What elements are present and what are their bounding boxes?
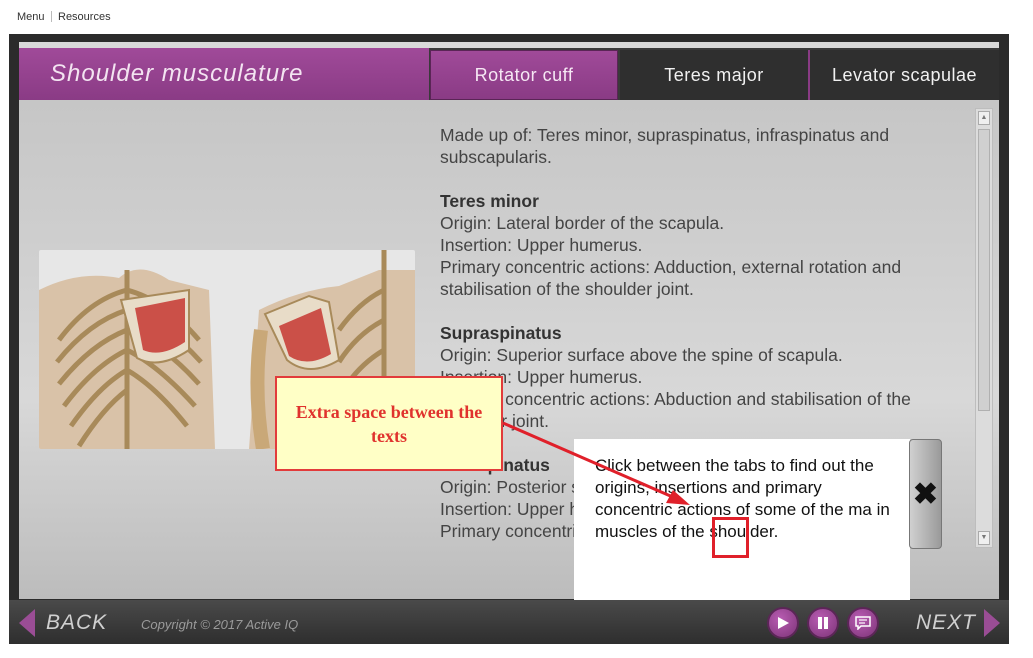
section-teres-minor: Teres minor Origin: Lateral border of th… xyxy=(440,190,975,300)
origin-text: Origin: Superior surface above the spine… xyxy=(440,345,843,365)
menu-link[interactable]: Menu xyxy=(17,11,45,23)
tab-levator-scapulae[interactable]: Levator scapulae xyxy=(810,50,999,100)
play-icon xyxy=(778,617,789,629)
course-page: Menu Resources Shoulder musculature Rota… xyxy=(0,0,1033,658)
scroll-thumb[interactable] xyxy=(978,129,990,411)
annotation-callout: Extra space between the texts xyxy=(275,376,503,471)
insertion-text: Insertion: Upper humerus. xyxy=(440,367,643,387)
close-popup-button[interactable]: ✖ xyxy=(909,439,942,549)
pause-icon xyxy=(818,617,828,629)
tab-teres-major[interactable]: Teres major xyxy=(620,50,808,100)
insertion-text: Insertion: Upper humerus. xyxy=(440,235,643,255)
next-button[interactable]: NEXT xyxy=(916,611,976,635)
copyright-text: Copyright © 2017 Active IQ xyxy=(141,617,299,632)
scroll-up-icon[interactable]: ▲ xyxy=(978,111,990,125)
menu-divider xyxy=(51,11,52,22)
tab-rotator-cuff[interactable]: Rotator cuff xyxy=(430,50,618,100)
back-arrow-icon[interactable] xyxy=(19,609,35,637)
transcript-button[interactable] xyxy=(847,607,879,639)
pause-button[interactable] xyxy=(807,607,839,639)
section-heading: Supraspinatus xyxy=(440,323,562,343)
back-button[interactable]: BACK xyxy=(46,611,107,635)
content-scrollbar[interactable]: ▲ ▼ xyxy=(975,108,993,548)
annotation-highlight-box xyxy=(712,517,749,558)
speech-bubble-icon xyxy=(855,616,871,630)
resources-link[interactable]: Resources xyxy=(58,11,111,23)
intro-text: Made up of: Teres minor, supraspinatus, … xyxy=(440,125,890,167)
next-arrow-icon[interactable] xyxy=(984,609,1000,637)
actions-text: Primary concentric actions: Abduction an… xyxy=(440,389,911,431)
top-menu: Menu Resources xyxy=(0,0,1033,34)
page-title: Shoulder musculature xyxy=(50,60,304,87)
actions-text: Primary concentric actions: Adduction, e… xyxy=(440,257,902,299)
section-heading: Teres minor xyxy=(440,191,539,211)
close-icon: ✖ xyxy=(912,477,939,511)
scroll-down-icon[interactable]: ▼ xyxy=(978,531,990,545)
play-button[interactable] xyxy=(767,607,799,639)
origin-text: Origin: Lateral border of the scapula. xyxy=(440,213,725,233)
section-supraspinatus: Supraspinatus Origin: Superior surface a… xyxy=(440,322,975,432)
